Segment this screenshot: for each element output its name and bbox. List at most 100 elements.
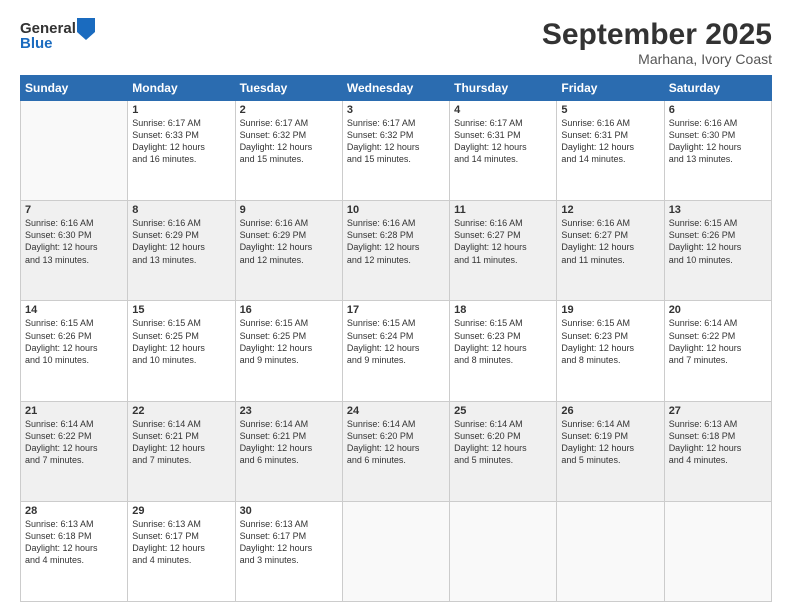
day-info: Sunrise: 6:15 AM Sunset: 6:23 PM Dayligh…: [454, 317, 552, 366]
calendar-day-cell: 6Sunrise: 6:16 AM Sunset: 6:30 PM Daylig…: [664, 101, 771, 201]
calendar-week-row: 21Sunrise: 6:14 AM Sunset: 6:22 PM Dayli…: [21, 401, 772, 501]
calendar-day-cell: 14Sunrise: 6:15 AM Sunset: 6:26 PM Dayli…: [21, 301, 128, 401]
day-info: Sunrise: 6:14 AM Sunset: 6:22 PM Dayligh…: [669, 317, 767, 366]
day-number: 2: [240, 104, 338, 116]
day-number: 15: [132, 304, 230, 316]
page-subtitle: Marhana, Ivory Coast: [542, 51, 772, 67]
calendar-day-cell: 1Sunrise: 6:17 AM Sunset: 6:33 PM Daylig…: [128, 101, 235, 201]
day-number: 4: [454, 104, 552, 116]
day-number: 18: [454, 304, 552, 316]
day-number: 21: [25, 405, 123, 417]
calendar-day-cell: 9Sunrise: 6:16 AM Sunset: 6:29 PM Daylig…: [235, 201, 342, 301]
day-info: Sunrise: 6:16 AM Sunset: 6:27 PM Dayligh…: [561, 217, 659, 266]
calendar-day-cell: 4Sunrise: 6:17 AM Sunset: 6:31 PM Daylig…: [450, 101, 557, 201]
day-info: Sunrise: 6:15 AM Sunset: 6:24 PM Dayligh…: [347, 317, 445, 366]
day-info: Sunrise: 6:15 AM Sunset: 6:23 PM Dayligh…: [561, 317, 659, 366]
calendar-day-cell: 29Sunrise: 6:13 AM Sunset: 6:17 PM Dayli…: [128, 501, 235, 601]
calendar-day-cell: 10Sunrise: 6:16 AM Sunset: 6:28 PM Dayli…: [342, 201, 449, 301]
day-number: 1: [132, 104, 230, 116]
calendar-day-cell: 30Sunrise: 6:13 AM Sunset: 6:17 PM Dayli…: [235, 501, 342, 601]
day-number: 25: [454, 405, 552, 417]
day-number: 11: [454, 204, 552, 216]
day-info: Sunrise: 6:14 AM Sunset: 6:20 PM Dayligh…: [347, 418, 445, 467]
day-number: 13: [669, 204, 767, 216]
calendar-day-cell: 24Sunrise: 6:14 AM Sunset: 6:20 PM Dayli…: [342, 401, 449, 501]
calendar-day-cell: 26Sunrise: 6:14 AM Sunset: 6:19 PM Dayli…: [557, 401, 664, 501]
day-number: 29: [132, 505, 230, 517]
day-number: 12: [561, 204, 659, 216]
day-number: 27: [669, 405, 767, 417]
day-number: 20: [669, 304, 767, 316]
day-info: Sunrise: 6:17 AM Sunset: 6:31 PM Dayligh…: [454, 117, 552, 166]
calendar-day-cell: [557, 501, 664, 601]
page-title: September 2025: [542, 18, 772, 51]
day-number: 19: [561, 304, 659, 316]
calendar-day-cell: [664, 501, 771, 601]
day-info: Sunrise: 6:16 AM Sunset: 6:27 PM Dayligh…: [454, 217, 552, 266]
calendar-day-cell: 27Sunrise: 6:13 AM Sunset: 6:18 PM Dayli…: [664, 401, 771, 501]
calendar-week-row: 14Sunrise: 6:15 AM Sunset: 6:26 PM Dayli…: [21, 301, 772, 401]
day-info: Sunrise: 6:13 AM Sunset: 6:18 PM Dayligh…: [25, 518, 123, 567]
calendar-day-cell: [342, 501, 449, 601]
day-info: Sunrise: 6:16 AM Sunset: 6:30 PM Dayligh…: [669, 117, 767, 166]
calendar-day-cell: 12Sunrise: 6:16 AM Sunset: 6:27 PM Dayli…: [557, 201, 664, 301]
calendar-day-cell: 20Sunrise: 6:14 AM Sunset: 6:22 PM Dayli…: [664, 301, 771, 401]
calendar-day-cell: 8Sunrise: 6:16 AM Sunset: 6:29 PM Daylig…: [128, 201, 235, 301]
calendar-day-cell: 7Sunrise: 6:16 AM Sunset: 6:30 PM Daylig…: [21, 201, 128, 301]
calendar-day-cell: [450, 501, 557, 601]
day-number: 14: [25, 304, 123, 316]
day-number: 5: [561, 104, 659, 116]
day-info: Sunrise: 6:16 AM Sunset: 6:30 PM Dayligh…: [25, 217, 123, 266]
day-info: Sunrise: 6:16 AM Sunset: 6:31 PM Dayligh…: [561, 117, 659, 166]
col-friday: Friday: [557, 76, 664, 101]
day-number: 9: [240, 204, 338, 216]
day-info: Sunrise: 6:17 AM Sunset: 6:32 PM Dayligh…: [347, 117, 445, 166]
day-number: 26: [561, 405, 659, 417]
day-info: Sunrise: 6:16 AM Sunset: 6:28 PM Dayligh…: [347, 217, 445, 266]
header: General Blue September 2025 Marhana, Ivo…: [20, 18, 772, 67]
day-info: Sunrise: 6:14 AM Sunset: 6:20 PM Dayligh…: [454, 418, 552, 467]
calendar-day-cell: 17Sunrise: 6:15 AM Sunset: 6:24 PM Dayli…: [342, 301, 449, 401]
title-block: September 2025 Marhana, Ivory Coast: [542, 18, 772, 67]
day-number: 10: [347, 204, 445, 216]
calendar-day-cell: 18Sunrise: 6:15 AM Sunset: 6:23 PM Dayli…: [450, 301, 557, 401]
calendar-day-cell: 2Sunrise: 6:17 AM Sunset: 6:32 PM Daylig…: [235, 101, 342, 201]
calendar-day-cell: 3Sunrise: 6:17 AM Sunset: 6:32 PM Daylig…: [342, 101, 449, 201]
page: General Blue September 2025 Marhana, Ivo…: [0, 0, 792, 612]
day-info: Sunrise: 6:13 AM Sunset: 6:18 PM Dayligh…: [669, 418, 767, 467]
col-monday: Monday: [128, 76, 235, 101]
day-number: 22: [132, 405, 230, 417]
day-number: 17: [347, 304, 445, 316]
col-wednesday: Wednesday: [342, 76, 449, 101]
day-info: Sunrise: 6:16 AM Sunset: 6:29 PM Dayligh…: [132, 217, 230, 266]
calendar-day-cell: 15Sunrise: 6:15 AM Sunset: 6:25 PM Dayli…: [128, 301, 235, 401]
day-info: Sunrise: 6:13 AM Sunset: 6:17 PM Dayligh…: [240, 518, 338, 567]
day-info: Sunrise: 6:16 AM Sunset: 6:29 PM Dayligh…: [240, 217, 338, 266]
calendar-table: Sunday Monday Tuesday Wednesday Thursday…: [20, 75, 772, 602]
logo-blue-text: Blue: [20, 36, 53, 53]
day-number: 23: [240, 405, 338, 417]
day-number: 3: [347, 104, 445, 116]
day-info: Sunrise: 6:14 AM Sunset: 6:21 PM Dayligh…: [240, 418, 338, 467]
calendar-week-row: 7Sunrise: 6:16 AM Sunset: 6:30 PM Daylig…: [21, 201, 772, 301]
logo-icon: [77, 18, 95, 40]
calendar-day-cell: 16Sunrise: 6:15 AM Sunset: 6:25 PM Dayli…: [235, 301, 342, 401]
calendar-day-cell: 22Sunrise: 6:14 AM Sunset: 6:21 PM Dayli…: [128, 401, 235, 501]
calendar-day-cell: 13Sunrise: 6:15 AM Sunset: 6:26 PM Dayli…: [664, 201, 771, 301]
calendar-day-cell: 21Sunrise: 6:14 AM Sunset: 6:22 PM Dayli…: [21, 401, 128, 501]
day-info: Sunrise: 6:17 AM Sunset: 6:33 PM Dayligh…: [132, 117, 230, 166]
day-number: 8: [132, 204, 230, 216]
calendar-week-row: 1Sunrise: 6:17 AM Sunset: 6:33 PM Daylig…: [21, 101, 772, 201]
col-thursday: Thursday: [450, 76, 557, 101]
col-saturday: Saturday: [664, 76, 771, 101]
calendar-day-cell: 19Sunrise: 6:15 AM Sunset: 6:23 PM Dayli…: [557, 301, 664, 401]
day-info: Sunrise: 6:13 AM Sunset: 6:17 PM Dayligh…: [132, 518, 230, 567]
day-info: Sunrise: 6:14 AM Sunset: 6:19 PM Dayligh…: [561, 418, 659, 467]
day-info: Sunrise: 6:15 AM Sunset: 6:25 PM Dayligh…: [240, 317, 338, 366]
calendar-header-row: Sunday Monday Tuesday Wednesday Thursday…: [21, 76, 772, 101]
day-info: Sunrise: 6:15 AM Sunset: 6:26 PM Dayligh…: [25, 317, 123, 366]
calendar-day-cell: 25Sunrise: 6:14 AM Sunset: 6:20 PM Dayli…: [450, 401, 557, 501]
day-info: Sunrise: 6:15 AM Sunset: 6:25 PM Dayligh…: [132, 317, 230, 366]
day-number: 30: [240, 505, 338, 517]
calendar-week-row: 28Sunrise: 6:13 AM Sunset: 6:18 PM Dayli…: [21, 501, 772, 601]
